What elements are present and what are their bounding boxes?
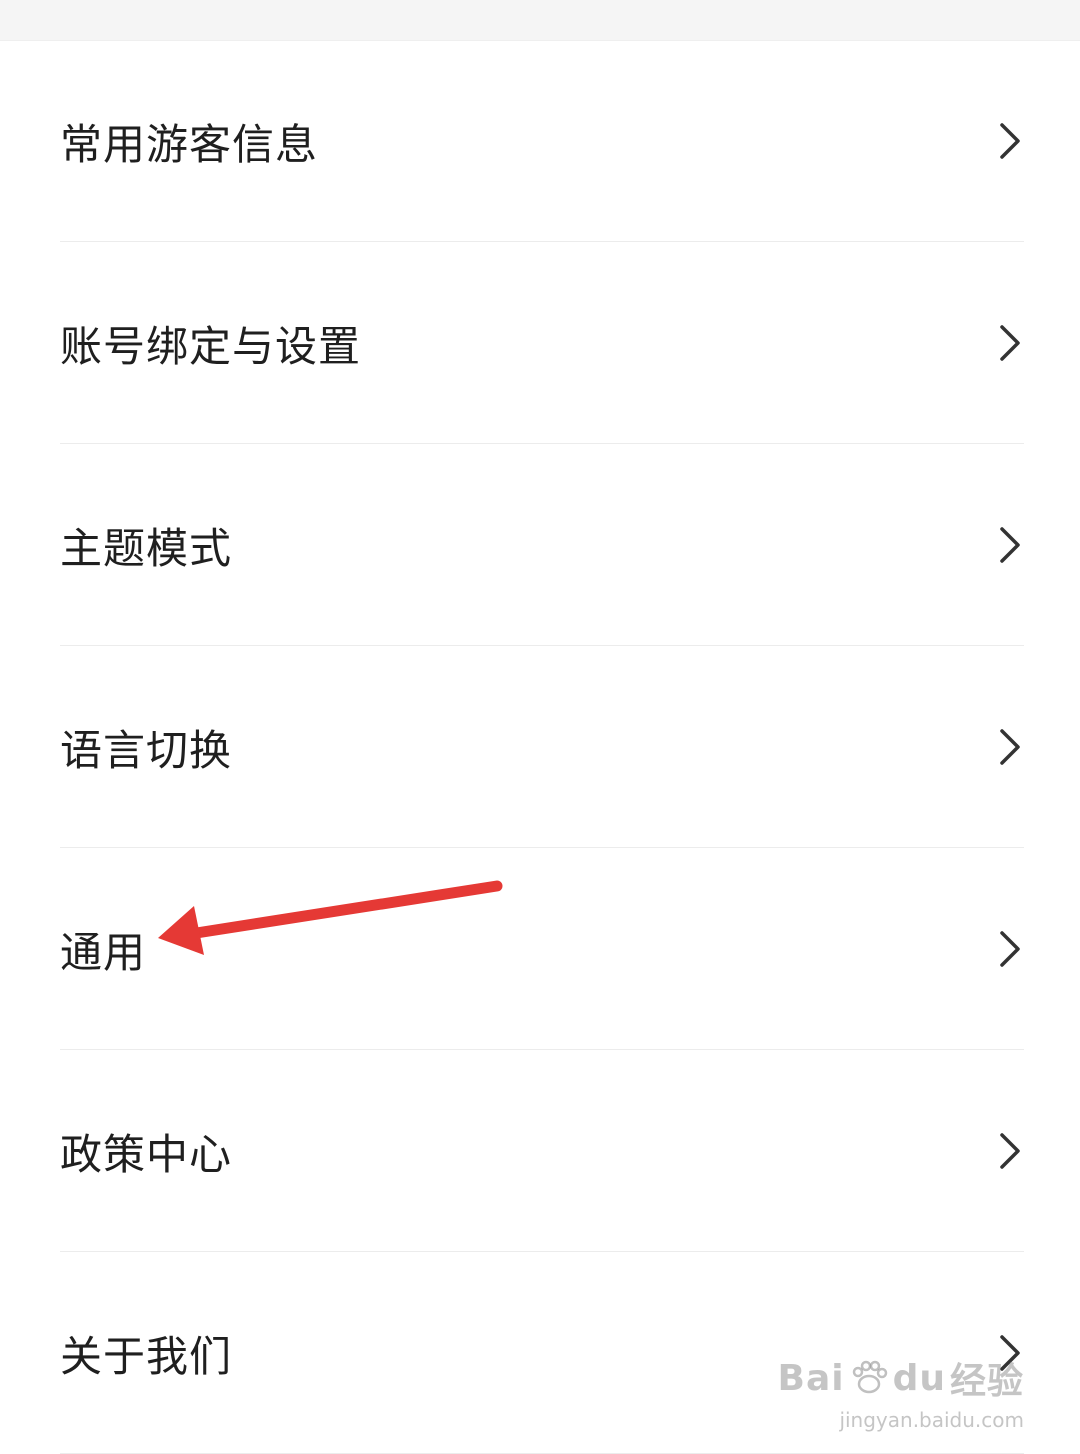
menu-item-label: 通用: [60, 927, 147, 977]
chevron-right-icon: [996, 121, 1024, 161]
menu-item-language[interactable]: 语言切换: [0, 646, 1080, 848]
menu-item-label: 关于我们: [60, 1331, 233, 1381]
menu-item-label: 政策中心: [60, 1129, 233, 1179]
menu-item-label: 语言切换: [60, 725, 233, 775]
menu-item-theme-mode[interactable]: 主题模式: [0, 444, 1080, 646]
chevron-right-icon: [996, 929, 1024, 969]
menu-item-account-binding[interactable]: 账号绑定与设置: [0, 242, 1080, 444]
menu-item-about-us[interactable]: 关于我们: [0, 1252, 1080, 1454]
menu-item-label: 常用游客信息: [60, 119, 319, 169]
chevron-right-icon: [996, 727, 1024, 767]
chevron-right-icon: [996, 525, 1024, 565]
chevron-right-icon: [996, 323, 1024, 363]
chevron-right-icon: [996, 1333, 1024, 1373]
menu-item-policy-center[interactable]: 政策中心: [0, 1050, 1080, 1252]
menu-item-frequent-visitors[interactable]: 常用游客信息: [0, 40, 1080, 242]
menu-item-general[interactable]: 通用: [0, 848, 1080, 1050]
top-header-strip: [0, 0, 1080, 41]
settings-menu-list: 常用游客信息 账号绑定与设置 主题模式 语言切换 通用 政策中心 关于我们: [0, 40, 1080, 1454]
menu-item-label: 主题模式: [60, 523, 233, 573]
chevron-right-icon: [996, 1131, 1024, 1171]
menu-item-label: 账号绑定与设置: [60, 321, 362, 371]
